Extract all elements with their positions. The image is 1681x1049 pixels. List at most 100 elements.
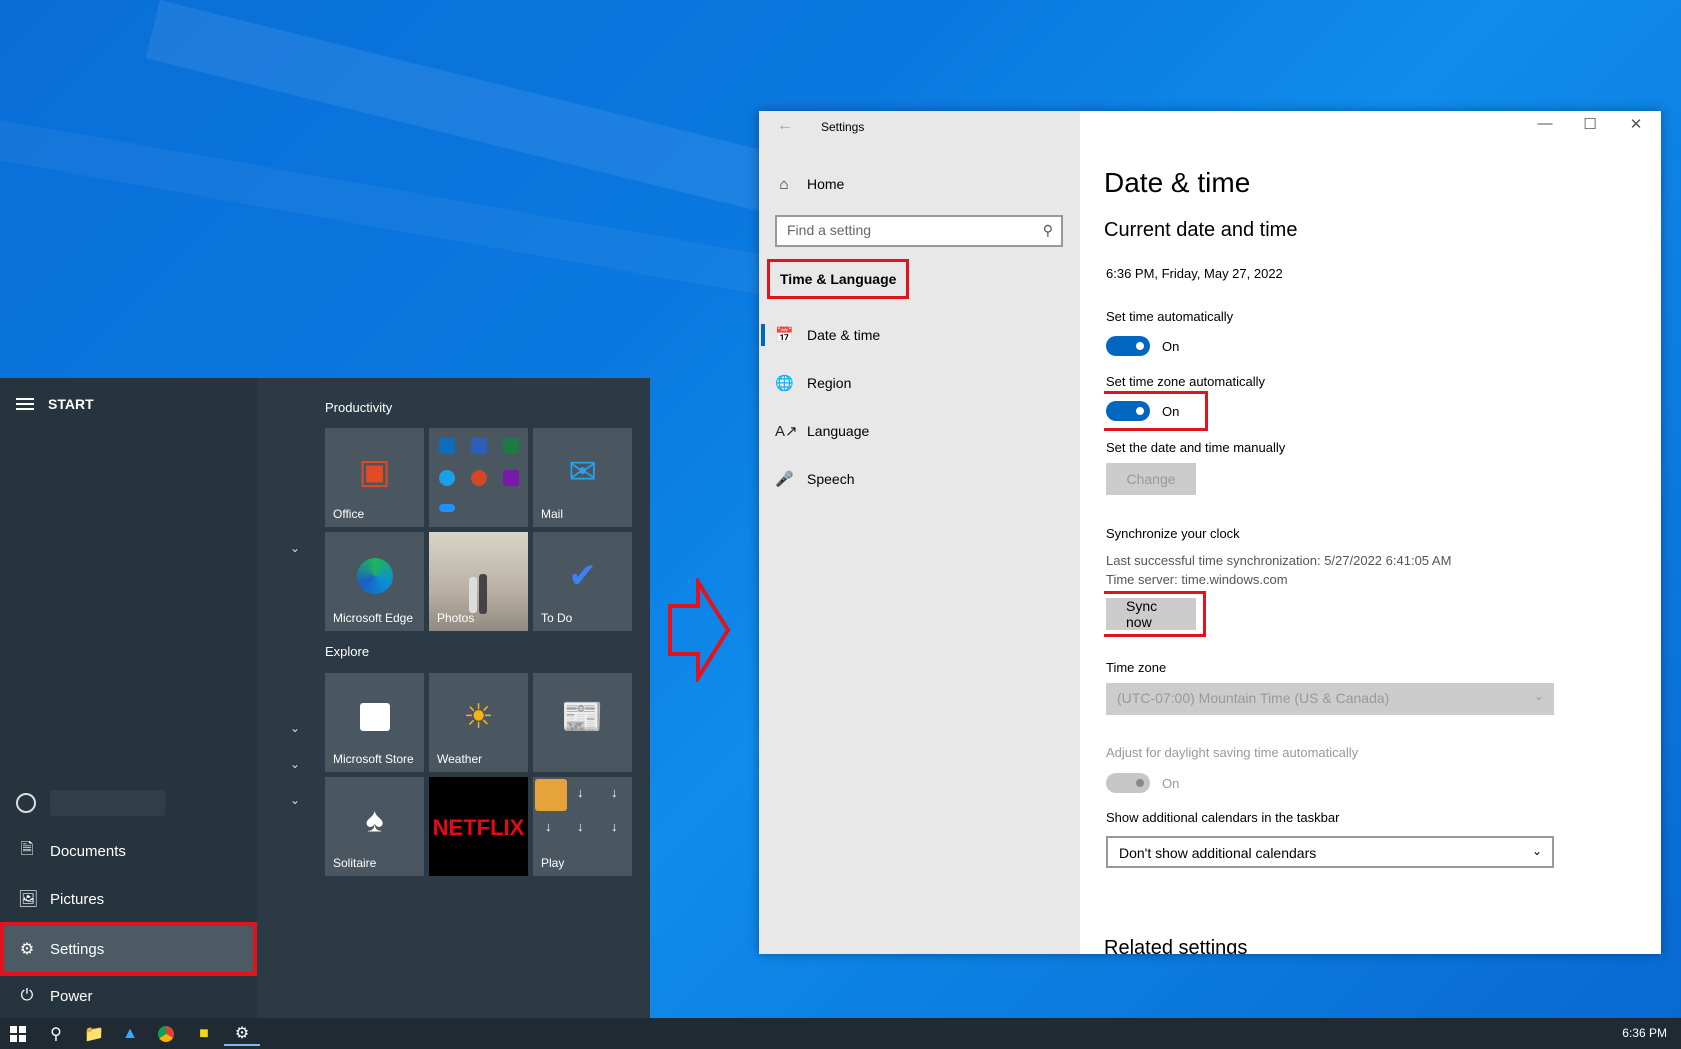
sticky-notes-icon[interactable]: ■ [186,1021,222,1046]
tile-office-apps[interactable] [429,428,528,527]
start-item-settings[interactable]: ⚙ Settings [0,922,257,976]
start-item-documents[interactable]: 🗎 Documents [0,829,257,873]
start-header[interactable]: START [16,396,94,412]
toggle-state: On [1162,404,1180,419]
set-time-auto-label: Set time automatically [1106,309,1234,324]
start-item-label: Settings [50,940,105,958]
settings-taskbar-icon[interactable]: ⚙ [224,1021,260,1046]
tile-play[interactable]: ↓ ↓ ↓ ↓ ↓ Play [533,777,632,876]
tile-microsoft-edge[interactable]: Microsoft Edge [325,532,424,631]
app-icon[interactable]: ▲ [112,1021,148,1046]
news-icon: 📰 [561,697,604,736]
onenote-icon [503,470,519,486]
last-sync-text: Last successful time synchronization: 5/… [1106,553,1452,568]
windows-logo-icon [10,1025,26,1042]
settings-content: Date & time Current date and time 6:36 P… [1104,111,1644,954]
weather-icon: ☀ [463,697,494,736]
windows-start-icon[interactable] [0,1021,36,1046]
start-item-label: Power [50,987,93,1005]
set-timezone-auto-label: Set time zone automatically [1106,374,1265,389]
tile-label: Play [541,856,565,870]
onedrive-icon [439,504,455,512]
settings-sidebar: ← Settings ⌂ Home Find a setting ⚲ Time … [759,111,1080,954]
section-title: Time & Language [767,259,910,299]
select-value: (UTC-07:00) Mountain Time (US & Canada) [1117,690,1390,706]
nav-date-time[interactable]: 📅 Date & time [775,320,880,350]
nav-label: Language [807,423,870,439]
download-icon: ↓ [611,785,618,800]
document-icon: 🗎 [20,840,34,858]
chevron-down-icon: ⌄ [1533,689,1544,703]
select-value: Don't show additional calendars [1119,845,1317,861]
nav-language[interactable]: A↗ Language [775,416,869,446]
tile-label: Microsoft Edge [333,611,414,625]
start-item-power[interactable]: ⏻ Power [0,974,257,1018]
start-menu: START 🗎 Documents 🖼 Pictures ⚙ Settings … [0,378,650,1018]
section-subtitle: Current date and time [1104,219,1298,241]
nav-label: Date & time [807,327,881,343]
chevron-down-icon[interactable]: ⌄ [290,793,300,807]
avatar[interactable] [16,793,36,813]
microphone-icon: 🎤 [775,471,794,488]
tile-photos[interactable]: Photos [429,532,528,631]
outlook-icon [439,438,455,454]
dst-label: Adjust for daylight saving time automati… [1106,745,1359,760]
language-icon: A↗ [775,423,798,440]
start-item-label: Documents [50,842,126,860]
checkmark-icon: ✔ [568,556,597,595]
globe-icon: 🌐 [775,375,794,392]
hamburger-icon[interactable] [16,398,34,410]
tile-solitaire[interactable]: ♠ Solitaire [325,777,424,876]
nav-label: Home [807,176,845,192]
search-input[interactable]: Find a setting ⚲ [775,215,1063,247]
change-button[interactable]: Change [1106,463,1196,495]
file-explorer-icon[interactable]: 📁 [76,1021,112,1046]
tile-label: Mail [541,507,564,521]
group-title-productivity[interactable]: Productivity [325,400,392,415]
search-icon[interactable]: ⚲ [38,1021,74,1046]
tile-microsoft-store[interactable]: Microsoft Store [325,673,424,772]
nav-active-indicator [761,324,765,346]
home-icon: ⌂ [779,175,789,193]
taskbar: ⚲ 📁 ▲ ■ ⚙ 6:36 PM [0,1018,1681,1049]
toggle-state: On [1162,339,1180,354]
download-icon: ↓ [611,819,618,834]
set-time-auto-toggle[interactable] [1106,336,1150,356]
tile-mail[interactable]: ✉ Mail [533,428,632,527]
taskbar-clock[interactable]: 6:36 PM [1622,1026,1667,1040]
set-timezone-auto-toggle[interactable] [1106,401,1150,421]
chevron-down-icon[interactable]: ⌄ [290,757,300,771]
tile-netflix[interactable]: NETFLIX [429,777,528,876]
calendars-label: Show additional calendars in the taskbar [1106,810,1340,825]
netflix-logo: NETFLIX [432,815,525,840]
tile-label: Photos [437,611,475,625]
tile-label: Weather [437,752,483,766]
page-title: Date & time [1104,167,1251,198]
sync-now-button[interactable]: Sync now [1106,598,1196,630]
nav-region[interactable]: 🌐 Region [775,368,851,398]
download-icon: ↓ [577,785,584,800]
start-item-pictures[interactable]: 🖼 Pictures [0,877,257,921]
tile-news[interactable]: 📰 [533,673,632,772]
chevron-down-icon[interactable]: ⌄ [290,721,300,735]
tile-to-do[interactable]: ✔ To Do [533,532,632,631]
tile-label: To Do [541,611,573,625]
calendar-clock-icon: 📅 [775,327,794,344]
dst-toggle[interactable] [1106,773,1150,793]
game-icon [535,779,567,811]
nav-label: Region [807,375,852,391]
calendars-select[interactable]: Don't show additional calendars ⌄ [1106,836,1554,868]
tile-office[interactable]: ▣ Office [325,428,424,527]
group-title-explore[interactable]: Explore [325,644,369,659]
timezone-select[interactable]: (UTC-07:00) Mountain Time (US & Canada) … [1106,683,1554,715]
chevron-down-icon[interactable]: ⌄ [290,541,300,555]
nav-speech[interactable]: 🎤 Speech [775,464,854,494]
search-placeholder: Find a setting [787,222,872,238]
manual-datetime-label: Set the date and time manually [1106,440,1286,455]
current-datetime: 6:36 PM, Friday, May 27, 2022 [1106,266,1283,281]
nav-home[interactable]: ⌂ Home [775,169,844,199]
chrome-icon[interactable] [148,1021,184,1046]
tile-weather[interactable]: ☀ Weather [429,673,528,772]
back-arrow-icon[interactable]: ← [777,117,793,135]
time-server-text: Time server: time.windows.com [1106,572,1288,587]
